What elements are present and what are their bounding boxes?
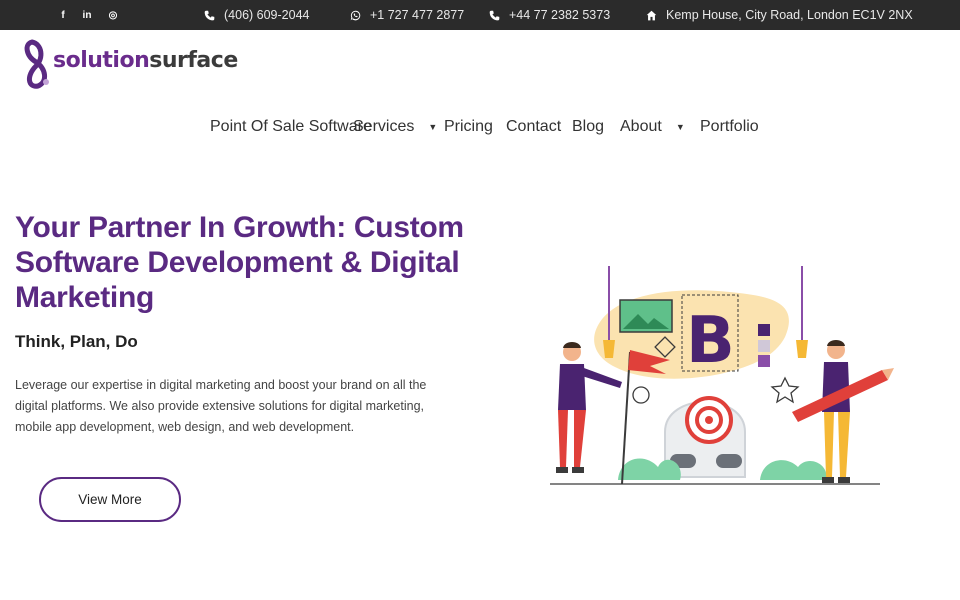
top-bar: f in ◎ (406) 609-2044 +1 727 477 2877 +4… — [0, 0, 960, 30]
hero-title: Your Partner In Growth: Custom Software … — [15, 211, 464, 314]
hero-description: Leverage our expertise in digital market… — [15, 378, 427, 434]
nav-item-contact[interactable]: Contact — [506, 116, 561, 138]
hero-illustration: B — [550, 266, 894, 485]
person-right — [822, 340, 850, 483]
phone-number-2: +44 77 2382 5373 — [509, 8, 611, 22]
address-contact: Kemp House, City Road, London EC1V 2NX — [646, 0, 913, 30]
whatsapp-number: +1 727 477 2877 — [370, 8, 465, 22]
home-icon — [646, 10, 657, 20]
site-logo[interactable]: solutionsurface — [22, 38, 238, 90]
lightbulb-icon — [796, 340, 808, 358]
instagram-icon[interactable]: ◎ — [104, 0, 122, 30]
logo-mark-icon — [24, 39, 49, 89]
lightbulb-icon — [603, 340, 615, 358]
bush-left — [618, 458, 681, 480]
dropdown-caret-icon: ▼ — [675, 122, 685, 132]
view-more-button[interactable]: View More — [39, 477, 181, 522]
hero-subtitle: Think, Plan, Do — [15, 332, 138, 351]
facebook-icon[interactable]: f — [54, 0, 72, 30]
star-shape — [770, 376, 800, 404]
phone-icon — [204, 10, 215, 20]
phone-contact-2[interactable]: +44 77 2382 5373 — [489, 0, 610, 30]
phone-number-1: (406) 609-2044 — [224, 8, 310, 22]
nav-item-pricing[interactable]: Pricing — [444, 116, 493, 138]
address-text: Kemp House, City Road, London EC1V 2NX — [666, 8, 913, 22]
nav-item-services[interactable]: Services ▼ — [353, 116, 437, 138]
whatsapp-icon — [350, 10, 361, 20]
nav-item-portfolio[interactable]: Portfolio — [700, 116, 759, 138]
nav-item-blog[interactable]: Blog — [572, 116, 604, 138]
bush-right — [760, 460, 827, 480]
whatsapp-contact[interactable]: +1 727 477 2877 — [350, 0, 464, 30]
linkedin-icon[interactable]: in — [78, 0, 96, 30]
phone-icon — [489, 10, 500, 20]
nav-item-about[interactable]: About ▼ — [620, 116, 685, 138]
logo-wordmark: solutionsurface — [53, 48, 238, 73]
dropdown-caret-icon: ▼ — [428, 122, 438, 132]
phone-contact-1[interactable]: (406) 609-2044 — [204, 0, 309, 30]
nav-item-point-of-sale-software[interactable]: Point Of Sale Software — [210, 116, 372, 138]
circle-shape — [632, 386, 650, 404]
letter-b-graphic: B — [686, 304, 735, 378]
